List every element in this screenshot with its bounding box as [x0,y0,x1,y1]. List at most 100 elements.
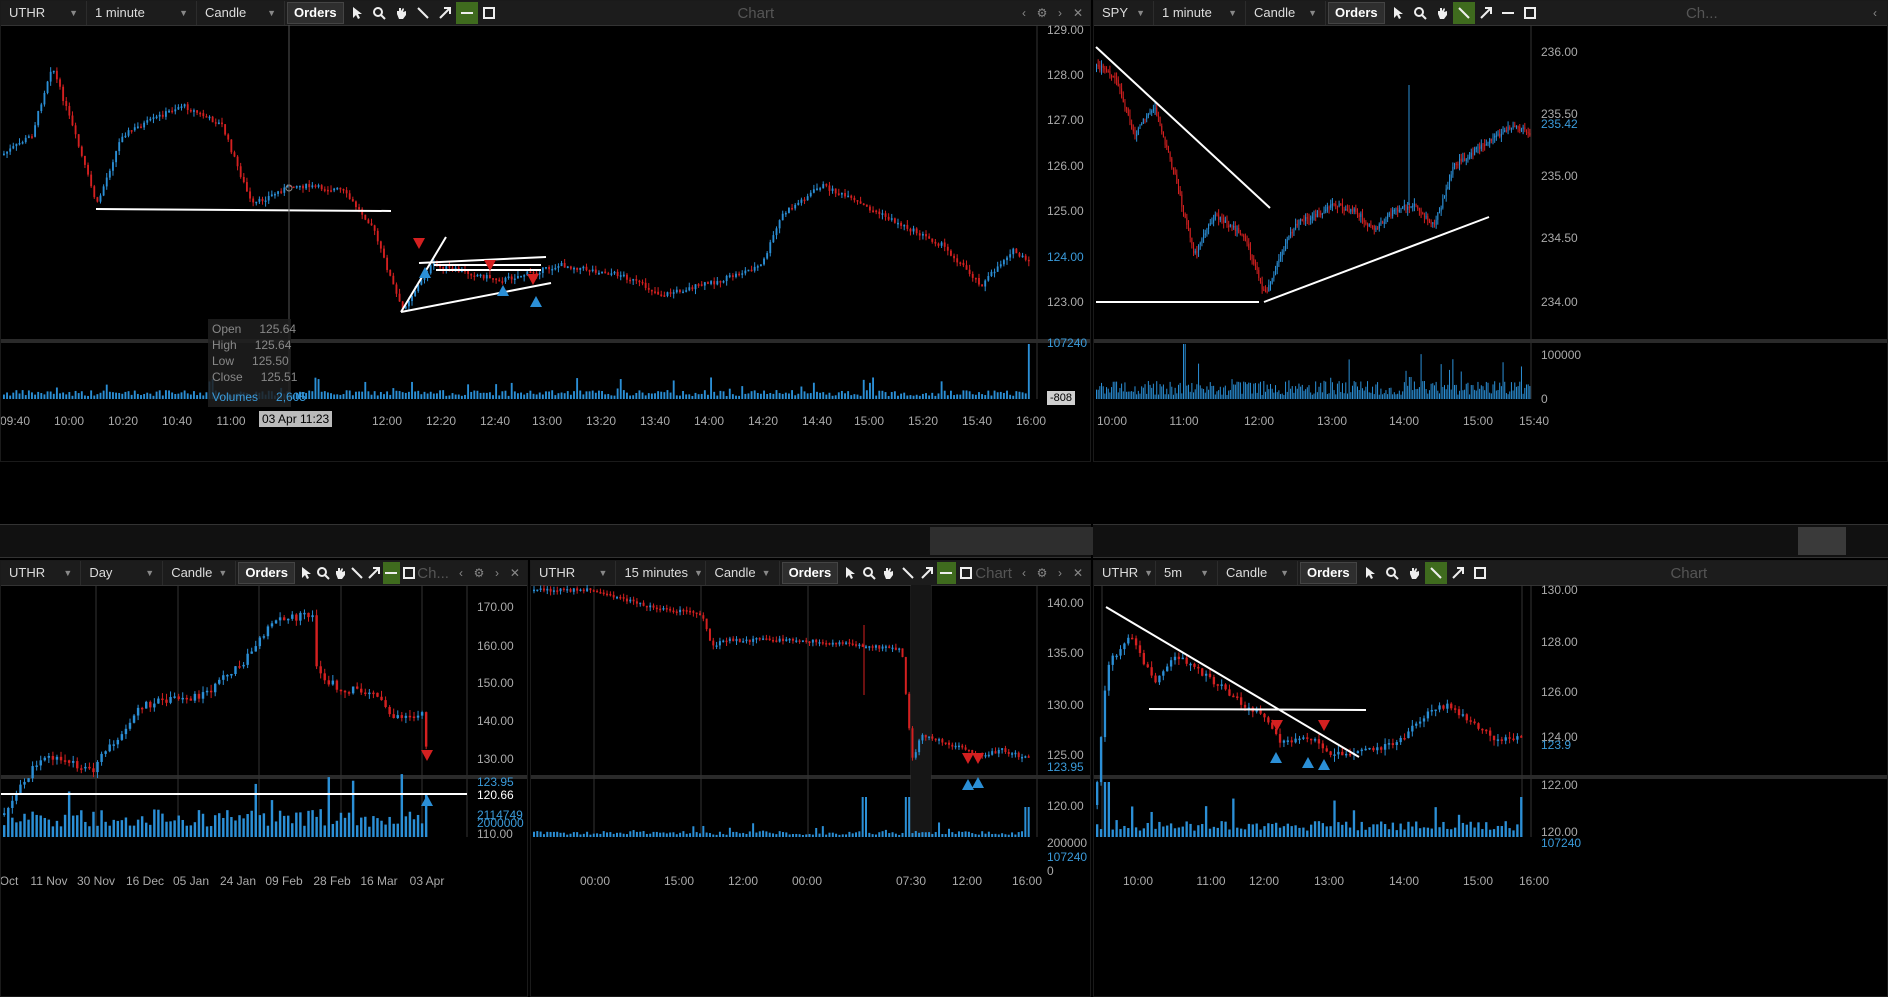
orders-button[interactable]: Orders [1328,2,1385,24]
navigator-strip-right[interactable] [1093,524,1888,558]
candle-body [1127,109,1129,116]
chart-canvas[interactable]: 130.00128.00126.00124.00123.9122.00120.0… [1094,585,1888,997]
hand-icon[interactable] [879,562,898,584]
collapse-icon[interactable]: ‹ [1018,566,1030,580]
line-tool-icon[interactable] [1452,2,1475,24]
line-tool-icon[interactable] [412,2,434,24]
style-selector[interactable]: Candle ▼ [163,561,237,585]
candle-body [861,644,864,647]
horizontal-line-icon[interactable] [1497,2,1519,24]
orders-button[interactable]: Orders [781,562,839,584]
arrow-tool-icon[interactable] [1447,562,1469,584]
line-tool-icon[interactable] [349,562,366,584]
expand-icon[interactable]: › [1054,6,1066,20]
hand-icon[interactable] [331,562,348,584]
gear-icon[interactable]: ⚙ [473,566,485,580]
style-selector[interactable]: Candle ▼ [197,1,285,25]
close-icon[interactable]: ✕ [509,566,521,580]
volume-bar [401,392,404,399]
symbol-selector[interactable]: UTHR ▼ [1,1,87,25]
style-selector[interactable]: Candle ▼ [1218,561,1298,585]
close-icon[interactable]: ✕ [1072,566,1084,580]
pointer-icon[interactable] [1387,2,1409,24]
horizontal-line-icon[interactable] [936,562,956,584]
pointer-icon[interactable] [1359,562,1381,584]
volume-bar [342,394,345,399]
volume-bar [1243,381,1245,399]
zoom-icon[interactable] [1381,562,1403,584]
candle-body [710,281,713,284]
orders-button[interactable]: Orders [287,2,344,24]
close-icon[interactable]: ✕ [1072,6,1084,20]
collapse-icon[interactable]: ‹ [455,566,467,580]
symbol-selector[interactable]: UTHR ▼ [1094,561,1156,585]
line-tool-icon[interactable] [1424,562,1447,584]
interval-selector[interactable]: 1 minute ▼ [87,1,197,25]
candle-body [1290,740,1293,743]
navigator-strip-left[interactable] [0,524,1195,558]
orders-button[interactable]: Orders [1300,562,1357,584]
interval-selector[interactable]: Day ▼ [81,561,164,585]
chart-canvas[interactable]: 236.00235.50235.42235.00234.50234.0010:0… [1094,25,1888,462]
arrow-tool-icon[interactable] [1475,2,1497,24]
rectangle-tool-icon[interactable] [478,2,500,24]
hand-icon[interactable] [1431,2,1453,24]
candle-body [343,690,347,693]
volume-bar [1407,821,1410,837]
rectangle-tool-icon[interactable] [400,562,417,584]
collapse-icon[interactable]: ‹ [1018,6,1030,20]
interval-selector[interactable]: 5m ▼ [1156,561,1218,585]
candle-body [1353,208,1355,212]
style-selector[interactable]: Candle ▼ [1246,1,1326,25]
candle-body [1290,231,1292,236]
pointer-icon[interactable] [346,2,368,24]
candle-body [105,177,108,187]
volume-bar [46,391,49,399]
candle-body [355,201,357,208]
volume-bar [708,833,711,837]
candle-body [1512,125,1514,128]
candle-body [23,781,26,785]
rectangle-tool-icon[interactable] [1469,562,1491,584]
arrow-tool-icon[interactable] [366,562,383,584]
rectangle-tool-icon[interactable] [956,562,975,584]
zoom-icon[interactable] [1409,2,1431,24]
candle-body [1507,127,1509,132]
zoom-icon[interactable] [314,562,331,584]
horizontal-line-icon[interactable] [455,2,478,24]
symbol-selector[interactable]: UTHR ▼ [1,561,82,585]
candle-body [1280,256,1282,260]
volume-bar [703,390,706,399]
arrow-tool-icon[interactable] [434,2,456,24]
time-tick-label: 09:40 [1,414,30,428]
navigator-window[interactable] [1798,527,1846,555]
symbol-selector[interactable]: UTHR ▼ [531,561,617,585]
chart-canvas[interactable]: 170.00160.00150.00140.00130.00123.95120.… [1,585,528,997]
zoom-icon[interactable] [368,2,390,24]
chart-canvas[interactable]: 140.00135.00130.00125.00123.95120.0000:0… [531,585,1091,997]
rectangle-tool-icon[interactable] [1519,2,1541,24]
arrow-tool-icon[interactable] [917,562,936,584]
collapse-icon[interactable]: ‹ [1869,6,1881,20]
expand-icon[interactable]: › [1054,566,1066,580]
zoom-icon[interactable] [860,562,879,584]
gear-icon[interactable]: ⚙ [1036,566,1048,580]
pointer-icon[interactable] [840,562,859,584]
symbol-selector[interactable]: SPY ▼ [1094,1,1154,25]
hand-icon[interactable] [1403,562,1425,584]
style-selector[interactable]: Candle ▼ [706,561,780,585]
pointer-icon[interactable] [297,562,314,584]
line-tool-icon[interactable] [898,562,917,584]
interval-selector[interactable]: 1 minute ▼ [1154,1,1246,25]
orders-button[interactable]: Orders [238,562,295,584]
gear-icon[interactable]: ⚙ [1036,6,1048,20]
interval-selector[interactable]: 15 minutes ▼ [616,561,707,585]
candle-body [1425,216,1427,218]
candle-body [396,715,399,718]
expand-icon[interactable]: › [491,566,503,580]
horizontal-line-icon[interactable] [382,562,401,584]
hand-icon[interactable] [390,2,412,24]
chart-canvas[interactable]: 129.00128.00127.00126.00125.00124.00123.… [1,25,1091,462]
candle-body [685,610,688,612]
volume-bar [1425,389,1427,399]
